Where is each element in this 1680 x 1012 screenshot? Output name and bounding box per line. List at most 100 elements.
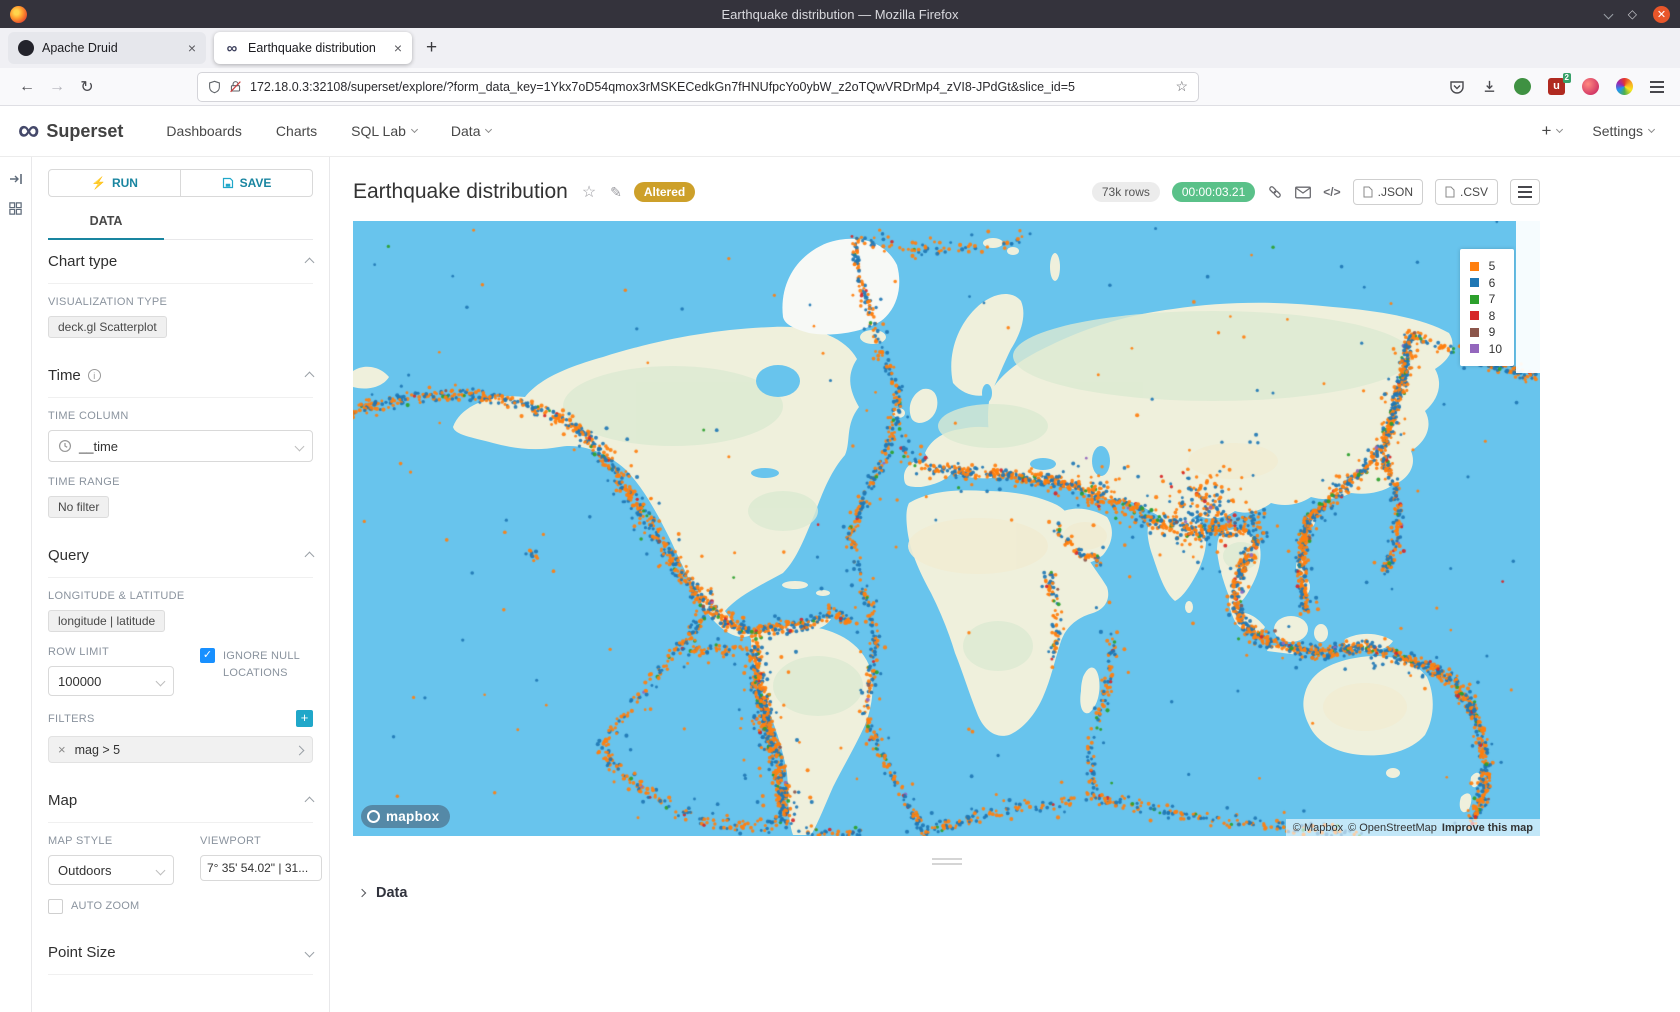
viz-type-label: VISUALIZATION TYPE [48, 296, 313, 308]
osm-attribution-link[interactable]: © OpenStreetMap [1348, 822, 1437, 834]
viewport-label: VIEWPORT [200, 835, 322, 847]
earthquake-points-layer [353, 221, 1540, 836]
url-bar[interactable]: 172.18.0.3:32108/superset/explore/?form_… [198, 73, 1198, 101]
shield-icon[interactable] [208, 80, 221, 94]
chevron-up-icon [306, 253, 313, 271]
auto-zoom-checkbox[interactable] [48, 899, 63, 914]
section-point-size[interactable]: Point Size [48, 931, 313, 975]
email-icon[interactable] [1295, 186, 1311, 199]
export-csv-button[interactable]: .CSV [1435, 179, 1498, 205]
remove-filter-icon[interactable]: × [58, 742, 66, 757]
reload-icon[interactable]: ↻ [72, 77, 102, 97]
legend-scrollbar[interactable] [1516, 221, 1540, 373]
ignore-null-checkbox[interactable]: ✓ [200, 648, 215, 663]
ublock-badge: 2 [1563, 73, 1571, 83]
back-icon[interactable]: ← [12, 78, 42, 96]
nav-charts[interactable]: Charts [259, 123, 334, 139]
nav-data[interactable]: Data [434, 123, 509, 139]
tab-apache-druid[interactable]: Apache Druid × [8, 32, 206, 64]
resize-handle[interactable] [353, 858, 1540, 865]
legend-item[interactable]: 6 [1470, 275, 1502, 292]
viz-type-value[interactable]: deck.gl Scatterplot [48, 316, 167, 338]
expand-panel-icon[interactable] [8, 171, 24, 187]
tab-earthquake-distribution[interactable]: ∞ Earthquake distribution × [214, 32, 412, 64]
run-button[interactable]: ⚡ RUN [48, 169, 181, 197]
maximize-icon[interactable]: ◇ [1628, 8, 1637, 20]
menu-icon[interactable] [1650, 81, 1664, 93]
dataset-grid-icon[interactable] [8, 201, 23, 216]
info-icon: i [88, 369, 101, 382]
pocket-icon[interactable] [1449, 79, 1465, 95]
tab-close-icon[interactable]: × [394, 40, 402, 56]
chart-options-menu[interactable] [1510, 179, 1540, 205]
legend-item[interactable]: 7 [1470, 291, 1502, 308]
extension-icon[interactable] [1514, 78, 1531, 95]
lonlat-label: LONGITUDE & LATITUDE [48, 590, 313, 602]
legend-swatch [1470, 328, 1479, 337]
legend-item[interactable]: 8 [1470, 308, 1502, 325]
time-column-select[interactable]: __time [48, 430, 313, 462]
chevron-down-icon [485, 126, 492, 133]
section-time[interactable]: Timei [48, 354, 313, 398]
section-chart-type[interactable]: Chart type [48, 240, 313, 284]
export-json-button[interactable]: .JSON [1353, 179, 1423, 205]
mapbox-attribution-link[interactable]: © Mapbox [1293, 822, 1343, 834]
filters-label: FILTERS [48, 713, 95, 725]
tab-close-icon[interactable]: × [188, 40, 196, 56]
minimize-icon[interactable] [1603, 9, 1613, 19]
save-button[interactable]: SAVE [181, 169, 313, 197]
data-section-toggle[interactable]: Data [353, 885, 1680, 901]
add-filter-button[interactable]: + [296, 710, 313, 727]
legend-item[interactable]: 10 [1470, 341, 1502, 358]
tab-label: Apache Druid [42, 41, 180, 55]
add-new-menu[interactable]: + [1541, 121, 1562, 141]
nav-sql-lab[interactable]: SQL Lab [334, 123, 434, 139]
favorite-star-icon[interactable]: ☆ [582, 182, 596, 202]
timer-badge: 00:00:03.21 [1172, 182, 1255, 202]
browser-tabbar: Apache Druid × ∞ Earthquake distribution… [0, 28, 1680, 68]
share-link-icon[interactable] [1267, 184, 1283, 200]
map-style-select[interactable]: Outdoors [48, 855, 174, 885]
chevron-down-icon [156, 676, 166, 686]
bookmark-star-icon[interactable]: ☆ [1175, 78, 1188, 95]
superset-favicon: ∞ [224, 40, 240, 56]
superset-logo[interactable]: ∞ Superset [18, 119, 123, 143]
lonlat-value[interactable]: longitude | latitude [48, 610, 165, 632]
embed-code-icon[interactable]: </> [1323, 185, 1340, 199]
legend-label: 6 [1489, 276, 1496, 290]
url-text[interactable]: 172.18.0.3:32108/superset/explore/?form_… [250, 80, 1167, 94]
legend-swatch [1470, 262, 1479, 271]
filter-chip[interactable]: × mag > 5 [48, 736, 313, 763]
ublock-extension-icon[interactable]: u2 [1548, 78, 1565, 95]
legend-label: 8 [1489, 309, 1496, 323]
time-column-label: TIME COLUMN [48, 410, 313, 422]
extension-icon[interactable] [1616, 78, 1633, 95]
new-tab-button[interactable]: + [420, 37, 443, 59]
deckgl-scatterplot-map[interactable]: 5678910 mapbox © Mapbox © OpenStreetMap … [353, 221, 1540, 836]
tab-data[interactable]: DATA [48, 205, 164, 240]
save-icon [222, 177, 234, 189]
section-map[interactable]: Map [48, 779, 313, 823]
chevron-down-icon [411, 126, 418, 133]
forward-icon[interactable]: → [42, 78, 72, 96]
viewport-value[interactable]: 7° 35' 54.02" | 31... [200, 855, 322, 881]
mapbox-logo[interactable]: mapbox [361, 805, 450, 828]
legend-item[interactable]: 5 [1470, 258, 1502, 275]
time-range-value[interactable]: No filter [48, 496, 109, 518]
downloads-icon[interactable] [1482, 79, 1497, 94]
settings-menu[interactable]: Settings [1592, 123, 1654, 139]
clock-icon [58, 439, 72, 453]
chevron-down-icon [306, 943, 313, 961]
firefox-logo-icon [10, 6, 27, 23]
edit-title-icon[interactable]: ✎ [610, 184, 622, 201]
row-limit-select[interactable]: 100000 [48, 666, 174, 696]
legend-item[interactable]: 9 [1470, 324, 1502, 341]
section-query[interactable]: Query [48, 534, 313, 578]
nav-dashboards[interactable]: Dashboards [149, 123, 259, 139]
improve-map-link[interactable]: Improve this map [1442, 822, 1533, 834]
chevron-down-icon [156, 865, 166, 875]
extension-icon[interactable] [1582, 78, 1599, 95]
chart-title: Earthquake distribution [353, 180, 568, 204]
insecure-lock-icon[interactable] [229, 80, 242, 93]
close-button[interactable]: ✕ [1653, 6, 1670, 23]
